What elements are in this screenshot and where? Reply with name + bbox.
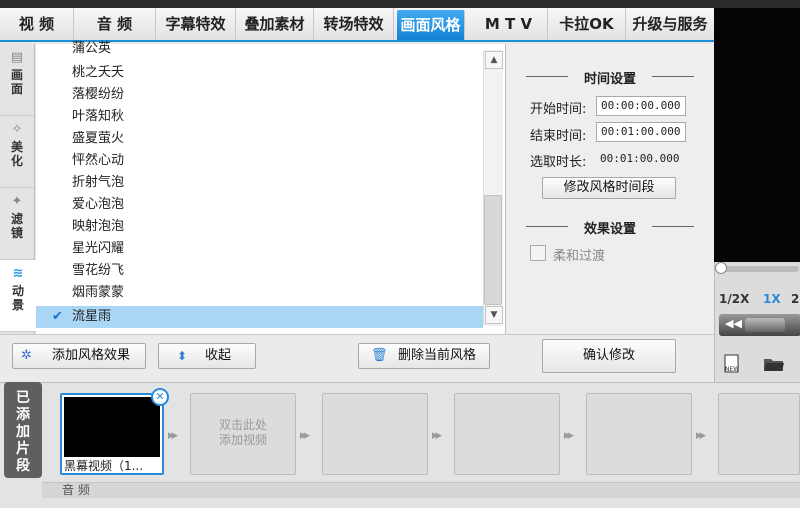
end-time-input[interactable]: 00:01:00.000 [596,122,686,142]
list-item[interactable]: 雪花纷飞 [36,260,483,282]
add-style-effect-label: 添加风格效果 [51,348,130,363]
tab-audio[interactable]: 音 频 [74,8,156,40]
list-item-selected[interactable]: ✔ 流星雨 [36,306,483,328]
add-style-effect-button[interactable]: ✲ 添加风格效果 [12,343,146,369]
time-settings-title: 时间设置 [526,68,694,87]
speed-2x[interactable]: 2 [791,292,799,306]
list-item-label: 流星雨 [72,309,112,324]
duration-label: 选取时长: [530,155,587,170]
list-item[interactable]: 怦然心动 [36,150,483,172]
rewind-icon: ◀◀ [725,317,742,330]
list-item[interactable]: 叶落知秋 [36,106,483,128]
sparkle-wand-icon: ✦ [11,194,23,209]
remove-clip-icon[interactable]: ✕ [151,388,169,406]
arrow-icon: ▸▸ [564,428,574,443]
list-item[interactable]: 映射泡泡 [36,216,483,238]
open-folder-icon[interactable] [763,356,785,372]
clip-thumbnail [64,397,160,457]
added-clips-tab[interactable]: 已 添 加 片 段 [4,382,42,478]
empty-clip-slot[interactable]: 双击此处 添加视频 [190,393,296,475]
jog-slider[interactable]: ◀◀ [719,314,800,336]
scroll-up-icon[interactable]: ▲ [485,51,503,69]
duration-value: 00:01:00.000 [600,152,680,165]
trash-icon: 🗑 [371,348,388,363]
checkmark-icon: ✔ [52,309,63,324]
list-item[interactable]: 桃之夭夭 [36,62,483,84]
clip-label: 黑幕视频（1... [64,459,144,473]
speed-half[interactable]: 1/2X [719,292,749,306]
list-item[interactable]: 星光闪耀 [36,238,483,260]
speed-1x[interactable]: 1X [763,292,781,306]
settings-panel: 时间设置 开始时间: 00:00:00.000 结束时间: 00:01:00.0… [506,44,714,334]
empty-clip-slot[interactable] [718,393,800,475]
tab-subtitle-effects[interactable]: 字幕特效 [156,8,236,40]
effect-settings-title: 效果设置 [526,218,694,237]
magic-wand-add-icon: ✲ [21,348,32,363]
start-time-label: 开始时间: [530,102,587,117]
tab-upgrade-service[interactable]: 升级与服务 [626,8,714,40]
jog-knob[interactable] [745,318,785,332]
film-icon: ▤ [10,50,24,65]
audio-track: 音 频 [42,482,800,498]
end-time-label: 结束时间: [530,129,587,144]
empty-clip-slot[interactable] [322,393,428,475]
tab-overlay-materials[interactable]: 叠加素材 [236,8,314,40]
main-tab-bar: 视 频 音 频 字幕特效 叠加素材 转场特效 画面风格 M T V 卡拉OK 升… [0,8,714,42]
list-item[interactable]: 烟雨蒙蒙 [36,282,483,304]
smooth-transition-checkbox[interactable] [530,245,546,261]
list-item[interactable]: 盛夏萤火 [36,128,483,150]
clip-black-screen[interactable]: 黑幕视频（1... [60,393,164,475]
preview-progress-handle[interactable] [715,262,727,274]
list-item[interactable]: 折射气泡 [36,172,483,194]
confirm-modify-button[interactable]: 确认修改 [542,339,676,373]
sidebar-item-beautify[interactable]: ✧ 美 化 [0,116,34,188]
sidebar-item-filter[interactable]: ✦ 滤 镜 [0,188,34,260]
arrow-icon: ▸▸ [432,428,442,443]
tab-mtv[interactable]: M T V [470,8,548,40]
arrow-icon: ▸▸ [168,428,178,443]
sidebar-item-dynamic-scene[interactable]: ≋ 动 景 [0,260,36,332]
collapse-label: 收起 [204,348,231,363]
add-video-hint: 双击此处 添加视频 [218,418,267,447]
smooth-transition-label: 柔和过渡 [553,249,606,264]
waves-icon: ≋ [12,266,24,281]
list-item[interactable]: 爱心泡泡 [36,194,483,216]
video-preview [714,8,800,262]
sidebar-item-label: 动 景 [11,284,24,312]
magic-wand-icon: ✧ [11,122,23,137]
tab-transition-effects[interactable]: 转场特效 [314,8,394,40]
top-strip [0,0,800,8]
sidebar-item-picture[interactable]: ▤ 画 面 [0,44,34,116]
arrow-icon: ▸▸ [696,428,706,443]
scrollbar-thumb[interactable] [484,195,502,305]
audio-track-label: 音 频 [62,483,90,497]
sidebar-item-label: 滤 镜 [10,212,23,240]
effect-category-sidebar: ▤ 画 面 ✧ 美 化 ✦ 滤 镜 ≋ 动 景 [0,44,36,334]
empty-clip-slot[interactable] [454,393,560,475]
sidebar-item-label: 画 面 [10,68,23,96]
tab-picture-style[interactable]: 画面风格 [397,10,465,40]
scroll-down-icon[interactable]: ▼ [485,306,503,324]
new-file-icon[interactable]: NEW [723,354,741,374]
list-item[interactable]: 落樱纷纷 [36,84,483,106]
sidebar-item-label: 美 化 [10,140,23,168]
svg-text:NEW: NEW [725,366,739,373]
action-bar: ✲ 添加风格效果 ⬍ 收起 🗑 删除当前风格 确认修改 [0,334,714,382]
preview-controls: 1/2X 1X 2 ◀◀ NEW [714,262,800,382]
collapse-icon: ⬍ [177,349,188,363]
tab-karaoke[interactable]: 卡拉OK [548,8,626,40]
arrow-icon: ▸▸ [300,428,310,443]
start-time-input[interactable]: 00:00:00.000 [596,96,686,116]
collapse-button[interactable]: ⬍ 收起 [158,343,256,369]
preview-progress-track[interactable] [717,266,799,272]
delete-current-style-label: 删除当前风格 [397,348,476,363]
modify-style-time-button[interactable]: 修改风格时间段 [542,177,676,199]
empty-clip-slot[interactable] [586,393,692,475]
list-item[interactable]: 蒲公英 [36,38,483,60]
delete-current-style-button[interactable]: 🗑 删除当前风格 [358,343,490,369]
effect-list: 蒲公英 桃之夭夭 落樱纷纷 叶落知秋 盛夏萤火 怦然心动 折射气泡 爱心泡泡 映… [36,41,506,334]
tab-video[interactable]: 视 频 [0,8,74,40]
